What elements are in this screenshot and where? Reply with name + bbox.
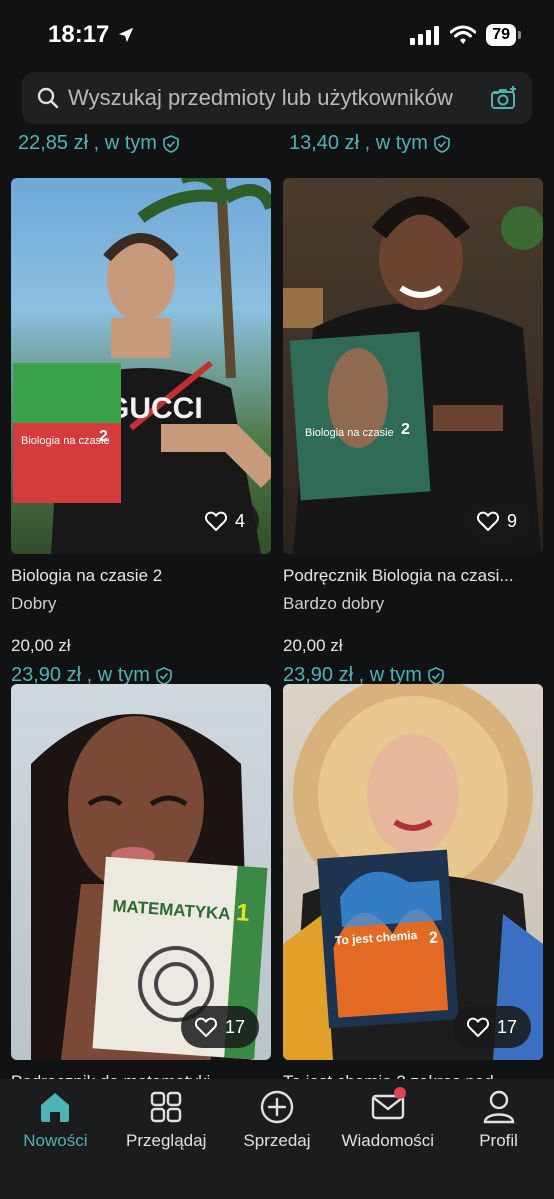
product-photo-illustration: Biologia na czasie 2 [283, 196, 543, 554]
svg-text:Biologia na czasie: Biologia na czasie [21, 435, 110, 447]
product-card[interactable]: To jest chemia 2 17 To jest chemia 2 zak… [283, 684, 543, 1092]
shield-check-icon [156, 666, 172, 685]
search-icon [37, 87, 59, 109]
plus-circle-icon [257, 1087, 297, 1127]
product-title: Biologia na czasie 2 [11, 566, 163, 585]
wifi-icon [450, 25, 477, 44]
previous-item-total-right[interactable]: 13,40 zł , w tym [289, 132, 450, 155]
grid-icon [146, 1087, 186, 1127]
nav-item-browse[interactable]: Przeglądaj [111, 1087, 221, 1199]
home-icon [35, 1087, 75, 1127]
like-button[interactable]: 17 [452, 1006, 531, 1048]
svg-text:Biologia na czasie: Biologia na czasie [305, 427, 394, 439]
product-price: 20,00 zł [11, 636, 71, 655]
like-button[interactable]: 17 [180, 1006, 259, 1048]
heart-icon [476, 511, 499, 531]
mail-icon [368, 1087, 408, 1127]
product-photo-illustration: To jest chemia 2 [283, 684, 543, 1060]
status-icons: 79 [410, 24, 521, 46]
status-bar: 18:17 79 [0, 0, 554, 70]
product-image[interactable]: Biologia na czasie 2 9 [283, 178, 543, 554]
battery-indicator: 79 [486, 24, 521, 46]
svg-text:2: 2 [428, 930, 438, 948]
product-price: 20,00 zł [283, 636, 343, 655]
product-photo-illustration: MATEMATYKA 1 [31, 714, 268, 1060]
product-condition: Bardzo dobry [283, 594, 385, 613]
heart-icon [204, 511, 227, 531]
status-time: 18:17 [48, 21, 135, 49]
previous-item-total-left[interactable]: 22,85 zł , w tym [18, 132, 179, 155]
bottom-navigation: Nowości Przeglądaj Sprzedaj Wiadomości P… [0, 1079, 554, 1199]
shield-check-icon [434, 134, 450, 153]
notification-dot [393, 1087, 406, 1099]
product-photo-illustration: GUCCI Biologia na czasie 2 [13, 178, 271, 554]
nav-item-profile[interactable]: Profil [444, 1087, 554, 1199]
svg-text:1: 1 [235, 899, 250, 927]
product-title: Podręcznik Biologia na czasi... [283, 566, 514, 585]
shield-check-icon [428, 666, 444, 685]
like-button[interactable]: 9 [462, 500, 531, 542]
like-button[interactable]: 4 [190, 500, 259, 542]
nav-item-sell[interactable]: Sprzedaj [222, 1087, 332, 1199]
svg-text:2: 2 [99, 428, 108, 445]
search-bar[interactable] [22, 72, 532, 124]
product-card[interactable]: GUCCI Biologia na czasie 2 4 Biologia na… [11, 178, 271, 687]
nav-item-home[interactable]: Nowości [0, 1087, 110, 1199]
product-image[interactable]: GUCCI Biologia na czasie 2 4 [11, 178, 271, 554]
shield-check-icon [163, 134, 179, 153]
signal-icon [410, 26, 440, 45]
search-input[interactable] [68, 85, 482, 111]
previous-items-prices: 22,85 zł , w tym 13,40 zł , w tym [0, 132, 554, 164]
user-icon [479, 1087, 519, 1127]
camera-search-icon[interactable] [490, 85, 518, 111]
product-card[interactable]: Biologia na czasie 2 9 Podręcznik Biolog… [283, 178, 543, 687]
product-condition: Dobry [11, 594, 57, 613]
product-image[interactable]: To jest chemia 2 17 [283, 684, 543, 1060]
nav-item-messages[interactable]: Wiadomości [333, 1087, 443, 1199]
svg-text:2: 2 [401, 421, 410, 438]
product-image[interactable]: MATEMATYKA 1 17 [11, 684, 271, 1060]
location-arrow-icon [119, 27, 134, 43]
product-card[interactable]: MATEMATYKA 1 17 Podręcznik do matematyki [11, 684, 271, 1092]
heart-icon [194, 1017, 217, 1037]
heart-icon [466, 1017, 489, 1037]
